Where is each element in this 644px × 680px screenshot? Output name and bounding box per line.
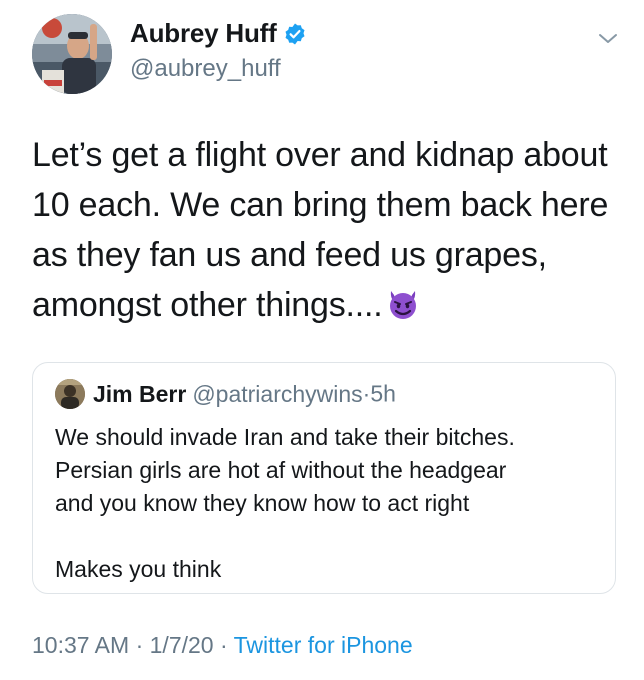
smiling-face-with-horns-icon: [385, 285, 421, 321]
tweet-date[interactable]: 1/7/20: [150, 632, 214, 658]
tweet-line: as they fan us and feed us grapes,: [32, 236, 547, 274]
meta-separator: ·: [219, 632, 228, 658]
quoted-tweet-text: We should invade Iran and take their bit…: [55, 421, 603, 586]
chevron-down-icon[interactable]: [596, 26, 620, 50]
author-avatar[interactable]: [32, 14, 112, 94]
quoted-tweet-closing: Makes you think: [55, 556, 222, 582]
meta-separator: ·: [135, 632, 144, 658]
author-names: Aubrey Huff @aubrey_huff: [130, 18, 307, 83]
tweet-meta: 10:37 AM · 1/7/20 · Twitter for iPhone: [32, 632, 413, 659]
tweet-text: Let’s get a flight over and kidnap about…: [32, 130, 632, 330]
quoted-author-handle[interactable]: @patriarchywins: [192, 381, 362, 407]
quoted-tweet-line: We should invade Iran and take their bit…: [55, 424, 515, 450]
tweet-line: Let’s get a flight over and kidnap about: [32, 136, 608, 174]
tweet-source-link[interactable]: Twitter for iPhone: [234, 632, 413, 658]
quoted-author-avatar[interactable]: [55, 379, 85, 409]
tweet-line: amongst other things....: [32, 286, 383, 324]
tweet-line-last: amongst other things....: [32, 280, 632, 330]
author-handle[interactable]: @aubrey_huff: [130, 55, 307, 83]
verified-badge-icon: [283, 22, 307, 46]
quoted-tweet-header: Jim Berr @patriarchywins·5h: [55, 379, 396, 411]
quoted-tweet-card[interactable]: Jim Berr @patriarchywins·5h We should inv…: [32, 362, 616, 594]
quoted-tweet-line: Persian girls are hot af without the hea…: [55, 457, 507, 483]
tweet-line: 10 each. We can bring them back here: [32, 186, 609, 224]
quoted-author-display-name[interactable]: Jim Berr: [93, 381, 186, 407]
tweet-time[interactable]: 10:37 AM: [32, 632, 129, 658]
tweet-header: Aubrey Huff @aubrey_huff: [32, 12, 630, 96]
quoted-tweet-line: and you know they know how to act right: [55, 490, 470, 516]
quoted-tweet-time[interactable]: 5h: [370, 381, 396, 407]
author-display-name[interactable]: Aubrey Huff: [130, 18, 277, 49]
